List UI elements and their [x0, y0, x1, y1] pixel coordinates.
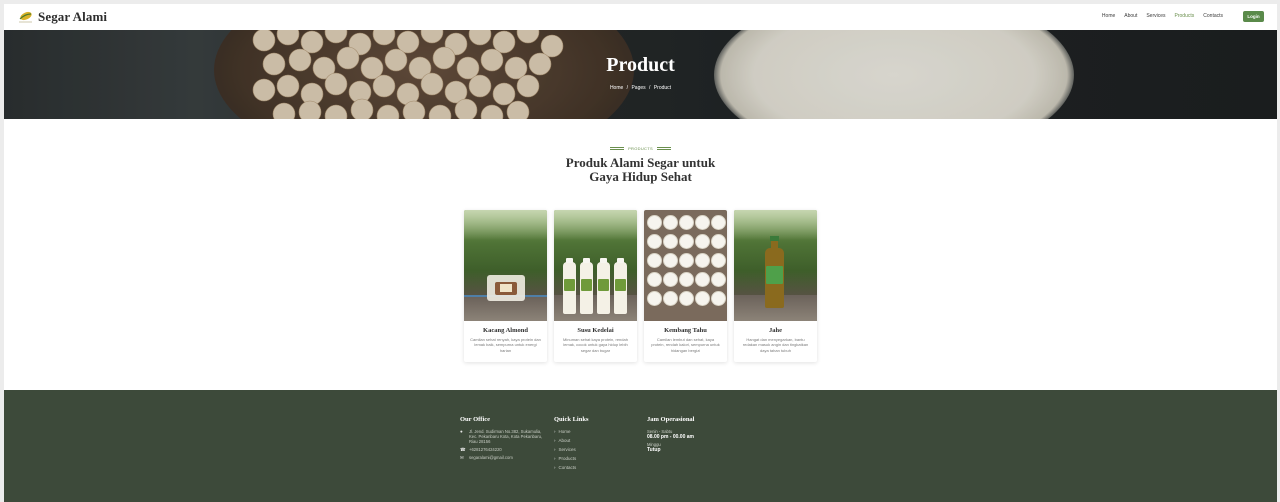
phone-icon: ☎ — [460, 447, 466, 452]
footer: Our Office ● Jl. Jend. Sudirman No.382, … — [4, 390, 1277, 502]
product-card-kembang-tahu[interactable]: Kembang Tahu Camilan lembut dan sehat, k… — [644, 210, 727, 362]
page: Segar Alami Home About Services Products… — [4, 4, 1277, 502]
product-card-kacang-almond[interactable]: Kacang Almond Camilan sehat renyah, kaya… — [464, 210, 547, 362]
product-name: Susu Kedelai — [577, 327, 614, 334]
logo-icon — [18, 10, 33, 25]
nav-links: Home About Services Products Contacts — [1102, 13, 1223, 19]
office-phone[interactable]: +6281276424220 — [469, 447, 502, 452]
milk-bottle — [580, 258, 593, 314]
nav-products[interactable]: Products — [1175, 13, 1195, 19]
envelope-icon: ✉ — [460, 455, 464, 460]
product-card-jahe[interactable]: Jahe Hangat dan menyegarkan, bantu redak… — [734, 210, 817, 362]
product-image — [554, 210, 637, 321]
product-description: Camilan lembut dan sehat, kaya protein, … — [651, 337, 720, 353]
nav-services[interactable]: Services — [1146, 13, 1165, 19]
hero-banner: Product Home / Pages / Product — [4, 30, 1277, 119]
footer-link-contacts[interactable]: Contacts — [554, 465, 624, 470]
breadcrumb-current: Product — [653, 85, 672, 91]
milk-bottle — [614, 258, 627, 314]
ginger-bottle — [765, 236, 784, 308]
breadcrumb-separator: / — [649, 85, 651, 91]
section-title: Produk Alami Segar untuk Gaya Hidup Seha… — [565, 155, 716, 184]
product-description: Camilan sehat renyah, kaya protein dan l… — [470, 337, 541, 353]
milk-bottle — [563, 258, 576, 314]
almond-box — [487, 275, 525, 301]
product-list: Kacang Almond Camilan sehat renyah, kaya… — [464, 210, 817, 362]
product-description: Hangat dan menyegarkan, bantu redakan ma… — [742, 337, 809, 353]
breadcrumb: Home / Pages / Product — [4, 85, 1277, 91]
office-email[interactable]: segaralami@gmail.com — [469, 455, 513, 460]
navbar: Segar Alami Home About Services Products… — [4, 4, 1277, 30]
footer-office: Our Office ● Jl. Jend. Sudirman No.382, … — [460, 416, 544, 463]
product-image — [464, 210, 547, 321]
page-title: Product — [606, 54, 675, 76]
brand-name: Segar Alami — [38, 9, 108, 24]
footer-quick-links-title: Quick Links — [554, 416, 589, 423]
footer-link-home[interactable]: Home — [554, 429, 624, 434]
section-tag: PRODUCTS — [4, 146, 1277, 151]
weekday-hours: 08.00 pm - 00.00 am — [647, 434, 694, 440]
footer-office-title: Our Office — [460, 416, 491, 423]
location-pin-icon: ● — [460, 429, 463, 434]
footer-link-about[interactable]: About — [554, 438, 624, 443]
milk-bottle — [597, 258, 610, 314]
tag-line-left — [610, 147, 625, 150]
product-name: Kembang Tahu — [664, 327, 707, 334]
footer-link-services[interactable]: Services — [554, 447, 624, 452]
breadcrumb-pages[interactable]: Pages — [631, 85, 645, 91]
product-image — [644, 210, 727, 321]
footer-link-products[interactable]: Products — [554, 456, 624, 461]
breadcrumb-home[interactable]: Home — [610, 85, 623, 91]
product-image — [734, 210, 817, 321]
product-description: Minuman sehat kaya protein, rendah lemak… — [563, 337, 628, 353]
footer-quick-links: Quick Links Home About Services Products… — [554, 416, 624, 474]
product-card-susu-kedelai[interactable]: Susu Kedelai Minuman sehat kaya protein,… — [554, 210, 637, 362]
breadcrumb-separator: / — [626, 85, 629, 91]
product-name: Jahe — [769, 327, 782, 334]
section-tag-text: PRODUCTS — [628, 146, 653, 151]
nav-about[interactable]: About — [1124, 13, 1137, 19]
nav-contacts[interactable]: Contacts — [1203, 13, 1223, 19]
nav-home[interactable]: Home — [1102, 13, 1115, 19]
brand[interactable]: Segar Alami — [18, 9, 107, 25]
footer-hours-title: Jam Operasional — [647, 416, 695, 423]
tag-line-right — [656, 147, 671, 150]
footer-hours: Jam Operasional Senin - Sabtu 08.00 pm -… — [647, 416, 737, 455]
login-button[interactable]: Login — [1243, 11, 1264, 22]
office-address: Jl. Jend. Sudirman No.382, Sukamulia, Ke… — [469, 429, 543, 444]
product-name: Kacang Almond — [483, 327, 528, 334]
sunday-hours: Tutup — [647, 447, 661, 453]
